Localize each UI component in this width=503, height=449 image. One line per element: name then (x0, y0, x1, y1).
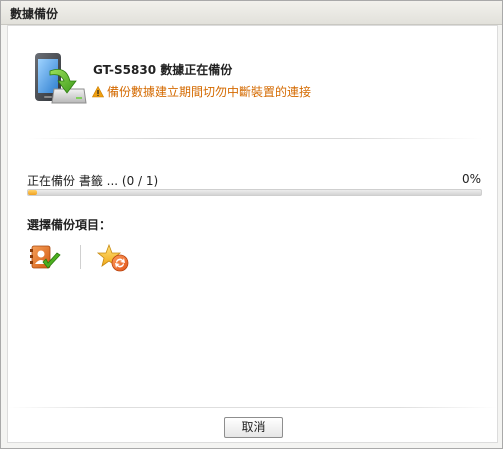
warning-text: 備份數據建立期間切勿中斷裝置的連接 (107, 85, 312, 99)
progress-percent: 0% (461, 172, 481, 186)
cancel-button[interactable]: 取消 (224, 417, 283, 438)
divider (28, 138, 483, 139)
phone-sync-icon (35, 53, 87, 104)
backup-dialog: 數據備份 GT-S5830 數據正在備份 備份數據建立期間切勿中斷裝置的連接 正… (0, 0, 503, 449)
window-title: 數據備份 (10, 7, 59, 21)
backup-items-label: 選擇備份項目： (27, 218, 112, 232)
progress-bar-fill (28, 190, 38, 195)
bookmark-star-sync-icon[interactable] (96, 243, 130, 273)
title-bar: 數據備份 (1, 1, 502, 25)
progress-status-text: 正在備份 書籤 ... (0 / 1) (27, 174, 159, 188)
progress-bar (27, 189, 482, 196)
dialog-content: GT-S5830 數據正在備份 備份數據建立期間切勿中斷裝置的連接 正在備份 書… (7, 25, 498, 443)
warning-icon (92, 85, 104, 97)
contacts-check-icon[interactable] (29, 243, 63, 273)
footer-divider (8, 407, 497, 408)
device-backup-title: GT-S5830 數據正在備份 (93, 63, 233, 77)
item-divider (80, 245, 81, 269)
warning-message: 備份數據建立期間切勿中斷裝置的連接 (92, 83, 311, 100)
